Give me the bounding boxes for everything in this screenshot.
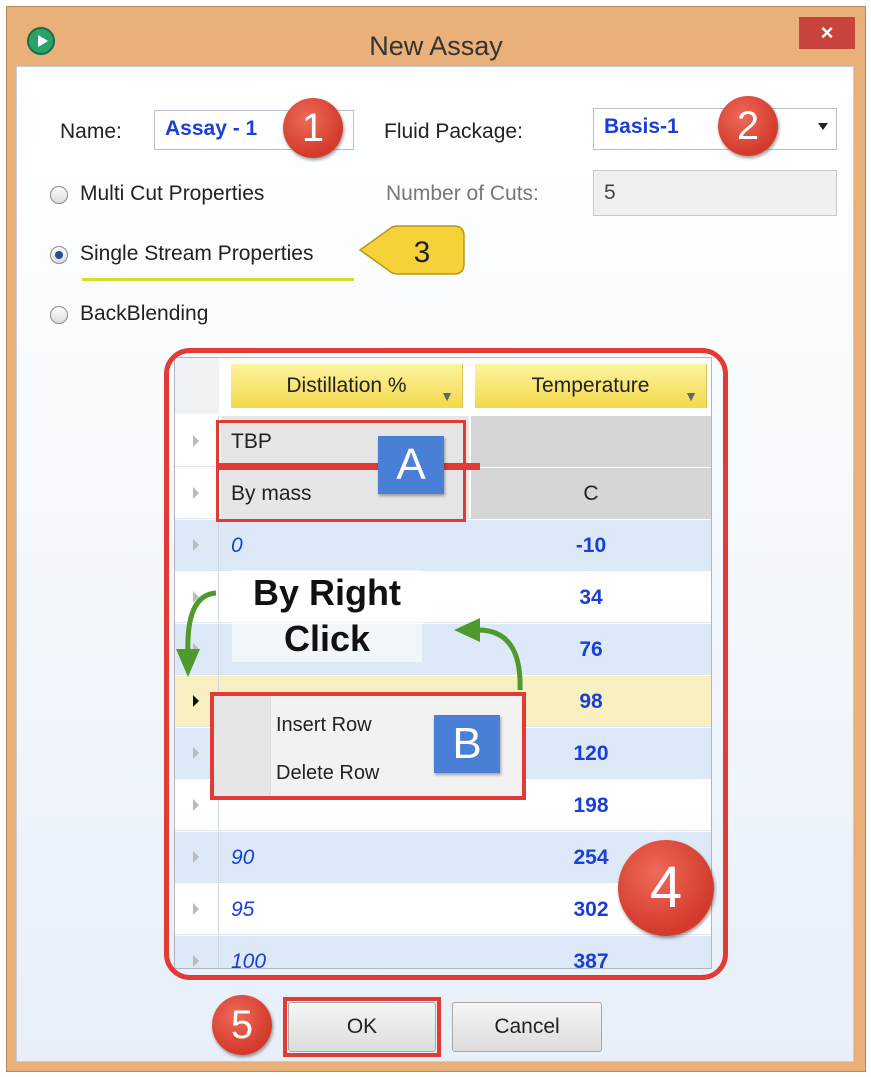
badge-1: 1 [283, 98, 343, 158]
name-label: Name: [60, 120, 122, 143]
multi-cut-label[interactable]: Multi Cut Properties [80, 182, 264, 206]
close-button[interactable]: × [799, 17, 855, 49]
fluid-package-value: Basis-1 [604, 115, 679, 138]
svg-text:3: 3 [414, 236, 431, 269]
cancel-button[interactable]: Cancel [452, 1002, 602, 1052]
radio-single-stream[interactable] [50, 246, 68, 264]
window-title: New Assay [369, 31, 503, 61]
highlight-underline [82, 278, 354, 281]
backblending-label[interactable]: BackBlending [80, 302, 208, 326]
number-of-cuts-label: Number of Cuts: [386, 182, 539, 205]
fluid-package-label: Fluid Package: [384, 120, 523, 143]
number-of-cuts-field[interactable]: 5 [593, 170, 837, 216]
single-stream-label[interactable]: Single Stream Properties [80, 242, 313, 266]
title-bar: New Assay × [7, 7, 865, 67]
menu-item-insert-row[interactable]: Insert Row [276, 714, 372, 737]
badge-2: 2 [718, 96, 778, 156]
context-menu-gutter [214, 696, 271, 796]
radio-backblending[interactable] [50, 306, 68, 324]
chevron-down-icon[interactable] [818, 123, 828, 130]
label-a: A [378, 436, 444, 494]
arrow-left-icon [176, 590, 217, 677]
badge-4: 4 [618, 840, 714, 936]
badge-5: 5 [212, 995, 272, 1055]
right-click-caption: By Right Click [232, 570, 422, 662]
arrow-right-icon [454, 618, 523, 691]
fluid-package-dropdown[interactable]: Basis-1 [593, 108, 837, 150]
ok-highlight-box [283, 997, 441, 1057]
menu-item-delete-row[interactable]: Delete Row [276, 762, 379, 785]
radio-multi-cut[interactable] [50, 186, 68, 204]
callout-3: 3 [358, 225, 465, 275]
label-b: B [434, 715, 500, 773]
